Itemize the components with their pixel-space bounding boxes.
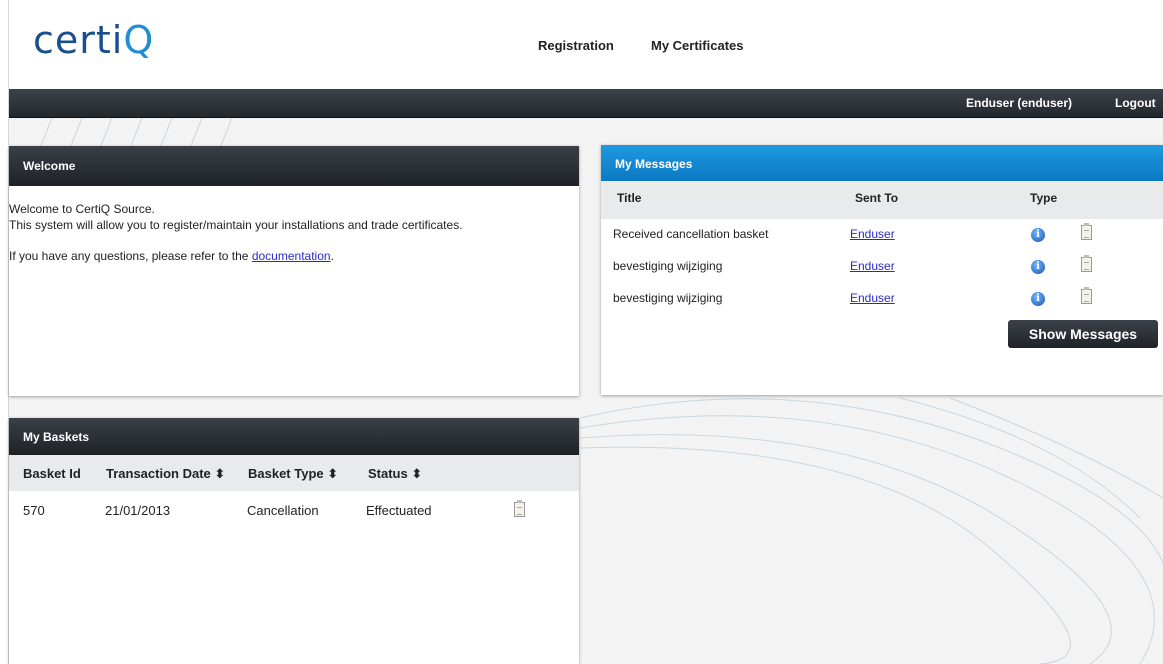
document-icon[interactable] xyxy=(1081,223,1092,240)
message-sent-to-link[interactable]: Enduser xyxy=(850,227,895,241)
baskets-panel: My Baskets Basket Id Transaction Date ⬍ … xyxy=(9,418,579,664)
info-icon[interactable]: i xyxy=(1031,292,1045,306)
baskets-title: My Baskets xyxy=(9,418,579,455)
document-icon[interactable] xyxy=(514,500,525,517)
basket-type: Cancellation xyxy=(247,503,319,518)
col-basket-type-sort[interactable]: Basket Type ⬍ xyxy=(248,466,338,482)
col-sent-to: Sent To xyxy=(855,191,899,205)
message-title: bevestiging wijziging xyxy=(613,259,723,273)
welcome-panel: Welcome Welcome to CertiQ Source. This s… xyxy=(9,146,579,396)
page-left-border xyxy=(0,0,9,664)
show-messages-button[interactable]: Show Messages xyxy=(1008,320,1158,348)
welcome-line-1: Welcome to CertiQ Source. xyxy=(9,202,155,216)
col-transaction-date-sort[interactable]: Transaction Date ⬍ xyxy=(106,466,225,482)
basket-id: 570 xyxy=(23,503,45,518)
certiq-logo[interactable]: certiQ xyxy=(33,18,154,62)
message-title: Received cancellation basket xyxy=(613,227,769,241)
basket-status: Effectuated xyxy=(366,503,432,518)
messages-table-header: Title Sent To Type xyxy=(601,181,1163,219)
transaction-date: 21/01/2013 xyxy=(105,503,171,518)
col-type: Type xyxy=(1030,191,1058,205)
logout-link[interactable]: Logout xyxy=(1115,96,1156,110)
message-title: bevestiging wijziging xyxy=(613,291,723,305)
col-status-sort[interactable]: Status ⬍ xyxy=(368,466,422,482)
info-icon[interactable]: i xyxy=(1031,228,1045,242)
table-row[interactable]: 570 21/01/2013 Cancellation Effectuated xyxy=(9,491,579,527)
message-sent-to-link[interactable]: Enduser xyxy=(850,259,895,273)
current-user-link[interactable]: Enduser (enduser) xyxy=(966,96,1072,110)
message-row[interactable]: Received cancellation basket Enduser i xyxy=(601,219,1163,251)
app-header: certiQ Registration My Certificates xyxy=(9,0,1163,89)
help-text: If you have any questions, please refer … xyxy=(9,249,334,263)
welcome-line-2: This system will allow you to register/m… xyxy=(9,218,463,232)
user-bar: Enduser (enduser) Logout xyxy=(9,89,1163,118)
nav-registration[interactable]: Registration xyxy=(538,38,614,53)
messages-list: Received cancellation basket Enduser i b… xyxy=(601,219,1163,329)
col-basket-id: Basket Id xyxy=(23,466,81,481)
document-icon[interactable] xyxy=(1081,287,1092,304)
nav-my-certificates[interactable]: My Certificates xyxy=(651,38,743,53)
messages-title: My Messages xyxy=(601,145,1163,181)
document-icon[interactable] xyxy=(1081,255,1092,272)
documentation-link[interactable]: documentation xyxy=(252,249,331,263)
messages-panel: My Messages Title Sent To Type Received … xyxy=(601,145,1163,395)
baskets-table-header: Basket Id Transaction Date ⬍ Basket Type… xyxy=(9,455,579,491)
info-icon[interactable]: i xyxy=(1031,260,1045,274)
message-row[interactable]: bevestiging wijziging Enduser i xyxy=(601,251,1163,283)
col-title: Title xyxy=(617,191,642,205)
message-row[interactable]: bevestiging wijziging Enduser i xyxy=(601,283,1163,315)
message-sent-to-link[interactable]: Enduser xyxy=(850,291,895,305)
welcome-title: Welcome xyxy=(9,146,579,186)
